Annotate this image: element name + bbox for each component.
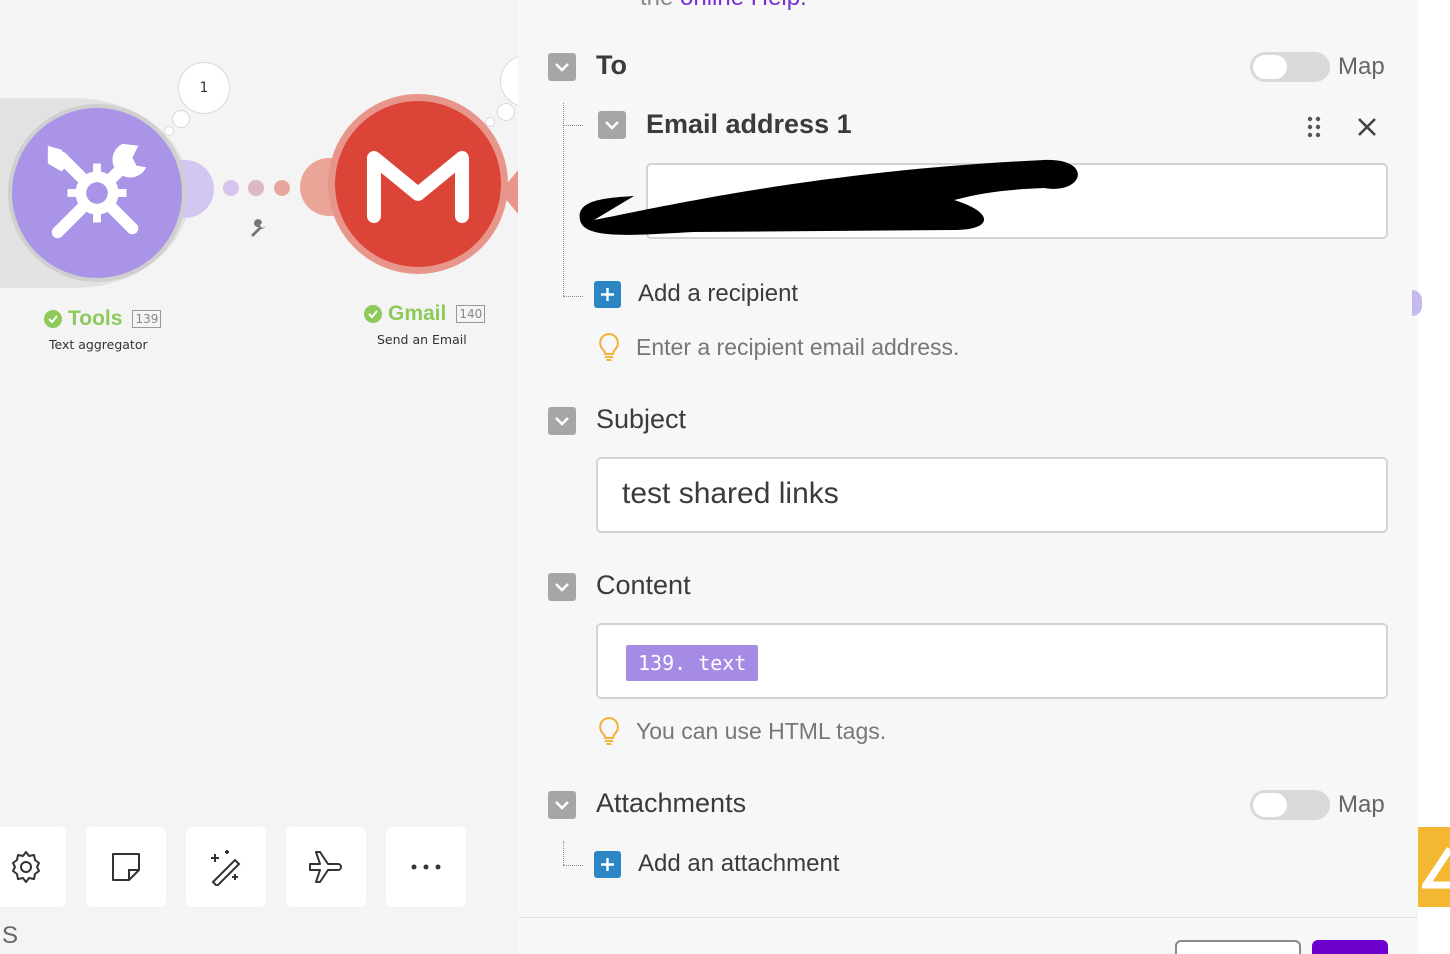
recipient-hint-text: Enter a recipient email address. [636,333,960,360]
warning-icon [1422,847,1450,889]
to-map-label: Map [1338,53,1385,80]
subject-label: Subject [596,404,687,434]
to-map-toggle[interactable] [1250,52,1330,82]
more-button[interactable] [386,827,466,907]
subject-input[interactable]: test shared links [596,457,1388,533]
explain-flow-button[interactable] [286,827,366,907]
gmail-icon [367,151,469,223]
attachments-collapse-toggle[interactable] [548,791,576,819]
success-check-icon [364,305,382,323]
attachments-map-toggle[interactable] [1250,790,1330,820]
ok-button[interactable] [1312,940,1388,954]
lightbulb-icon [599,332,619,361]
route-dot [223,180,239,196]
to-label: To [596,50,627,80]
gmail-module[interactable] [328,94,508,274]
canvas-edge-bubble [1412,290,1422,316]
gmail-module-subtitle: Send an Email [377,332,467,347]
subject-value: test shared links [622,477,839,510]
magic-wand-icon [211,850,241,886]
right-edge-strip [1412,0,1450,954]
tools-name-text: Tools [68,307,123,330]
subject-collapse-toggle[interactable] [548,407,576,435]
email-item-label: Email address 1 [646,109,852,139]
tools-module[interactable] [8,104,186,282]
canvas-bottom-label: S [2,922,19,949]
plus-icon [601,858,614,871]
tree-line [563,296,583,297]
toggle-knob [1253,55,1287,79]
chevron-down-icon [555,63,569,72]
attachments-map-label: Map [1338,791,1385,818]
remove-email-button[interactable] [1356,116,1378,143]
chevron-down-icon [555,583,569,592]
tools-module-id: 139 [132,310,162,328]
bubble-tail-2 [164,126,174,136]
panel-footer-divider [518,917,1418,918]
tools-module-subtitle: Text aggregator [49,337,148,352]
scenario-canvas[interactable]: 1 Tools 139 Text aggregator Gmail 140 Se… [0,0,518,954]
gmail-bubble [500,55,518,107]
close-icon [1358,118,1376,136]
recipient-hint: Enter a recipient email address. [598,332,959,362]
help-text-prefix: the [640,0,680,11]
tools-icon [47,143,147,239]
content-hint-text: You can use HTML tags. [636,717,887,744]
gmail-module-name: Gmail 140 [364,302,486,326]
gear-icon [12,851,40,883]
notes-button[interactable] [86,827,166,907]
tree-line [563,865,583,866]
cancel-button[interactable] [1175,940,1301,954]
bubble-tail-1 [172,110,190,128]
add-attachment-button[interactable] [594,851,621,878]
tools-module-name: Tools 139 [44,307,162,331]
success-check-icon [44,310,62,328]
auto-align-button[interactable] [186,827,266,907]
tree-line [563,103,564,296]
drag-handle-icon[interactable] [1306,115,1322,144]
gmail-module-id: 140 [456,305,486,323]
note-icon [112,853,140,881]
gmail-module-arrow [500,170,518,214]
add-attachment-link[interactable]: Add an attachment [638,850,839,878]
plus-icon [601,288,614,301]
chevron-down-icon [555,801,569,810]
settings-button[interactable] [0,827,66,907]
online-help-link[interactable]: online Help. [680,0,807,11]
toggle-knob [1253,793,1287,817]
airplane-icon [309,851,342,883]
redaction-mark [579,159,1078,235]
content-input[interactable]: 139. text [596,623,1388,699]
content-token-pill[interactable]: 139. text [626,645,759,681]
tree-line [563,841,564,865]
chevron-down-icon [555,417,569,426]
route-dot [248,180,264,196]
help-text: the online Help. [640,0,807,12]
route-wrench-icon[interactable] [248,218,268,243]
route-dot [274,180,290,196]
content-label: Content [596,570,691,600]
to-collapse-toggle[interactable] [548,53,576,81]
operations-bubble[interactable]: 1 [178,62,230,114]
gmail-bubble-tail-1 [497,103,515,121]
add-recipient-button[interactable] [594,281,621,308]
attachments-label: Attachments [596,788,747,818]
more-icon [411,864,441,870]
content-collapse-toggle[interactable] [548,573,576,601]
tree-line [563,125,583,126]
content-hint: You can use HTML tags. [598,716,886,746]
module-settings-panel: the online Help. To Map Email address 1 … [518,0,1418,954]
operations-count: 1 [199,80,209,96]
gmail-name-text: Gmail [388,302,447,325]
gmail-bubble-tail-2 [485,117,495,127]
chevron-down-icon [605,121,619,130]
add-recipient-link[interactable]: Add a recipient [638,280,798,308]
collapsed-widget[interactable] [1418,827,1450,907]
lightbulb-icon [599,716,619,745]
email-item-collapse-toggle[interactable] [598,111,626,139]
